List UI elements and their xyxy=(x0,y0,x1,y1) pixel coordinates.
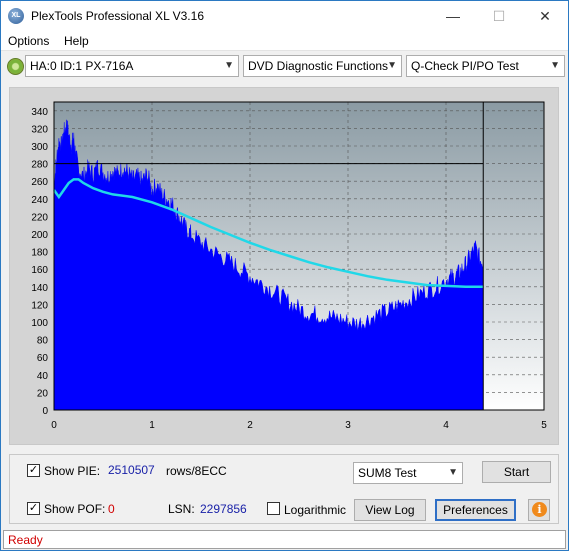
y-tick-label: 100 xyxy=(31,318,48,329)
show-pof-checkbox[interactable]: ✓ xyxy=(27,502,40,515)
test-select-value: Q-Check PI/PO Test xyxy=(411,59,519,73)
logarithmic-checkbox[interactable] xyxy=(267,502,280,515)
y-tick-label: 60 xyxy=(37,353,49,364)
y-tick-label: 320 xyxy=(31,124,48,135)
status-text: Ready xyxy=(8,533,43,547)
menu-options[interactable]: Options xyxy=(8,34,49,48)
show-pof-label: Show POF: xyxy=(44,502,106,516)
drive-select[interactable]: HA:0 ID:1 PX-716A ▼ xyxy=(25,55,239,77)
sum-test-select-value: SUM8 Test xyxy=(358,466,417,480)
info-button[interactable]: i xyxy=(528,499,550,521)
pie-value: 2510507 xyxy=(108,463,155,477)
lsn-label: LSN: xyxy=(168,502,195,516)
pof-value: 0 xyxy=(108,502,115,516)
chevron-down-icon: ▼ xyxy=(550,60,560,71)
app-logo-icon: XL xyxy=(8,8,24,24)
status-bar: Ready xyxy=(3,530,566,549)
menu-bar: Options Help xyxy=(1,31,568,51)
minimize-button[interactable]: — xyxy=(430,1,476,31)
y-tick-label: 180 xyxy=(31,248,48,259)
x-tick-label: 1 xyxy=(149,420,155,431)
start-button[interactable]: Start xyxy=(482,461,551,483)
x-tick-label: 0 xyxy=(51,420,57,431)
info-icon: i xyxy=(532,502,547,517)
drive-select-value: HA:0 ID:1 PX-716A xyxy=(30,59,134,73)
menu-help[interactable]: Help xyxy=(64,34,89,48)
show-pie-checkbox[interactable]: ✓ xyxy=(27,464,40,477)
controls-panel: ✓ Show PIE: 2510507 rows/8ECC SUM8 Test … xyxy=(9,454,559,524)
y-tick-label: 20 xyxy=(37,388,49,399)
y-tick-label: 300 xyxy=(31,142,48,153)
y-tick-label: 40 xyxy=(37,371,49,382)
pi-po-chart: 0204060801001201401601802002202402602803… xyxy=(31,101,547,431)
chevron-down-icon: ▼ xyxy=(387,60,397,71)
disc-drive-icon xyxy=(7,58,24,75)
x-tick-label: 4 xyxy=(443,420,449,431)
test-select[interactable]: Q-Check PI/PO Test ▼ xyxy=(406,55,565,77)
y-tick-label: 200 xyxy=(31,230,48,241)
y-tick-label: 260 xyxy=(31,177,48,188)
y-tick-label: 160 xyxy=(31,265,48,276)
window-title: PlexTools Professional XL V3.16 xyxy=(31,9,204,23)
y-tick-label: 80 xyxy=(37,336,49,347)
chevron-down-icon: ▼ xyxy=(224,60,234,71)
pie-unit: rows/8ECC xyxy=(166,464,227,478)
logarithmic-label: Logarithmic xyxy=(284,503,347,517)
y-tick-label: 240 xyxy=(31,195,48,206)
y-tick-label: 140 xyxy=(31,283,48,294)
x-tick-label: 5 xyxy=(541,420,547,431)
y-tick-label: 120 xyxy=(31,300,48,311)
main-window: XL PlexTools Professional XL V3.16 — ☐ ✕… xyxy=(0,0,569,551)
function-select[interactable]: DVD Diagnostic Functions ▼ xyxy=(243,55,402,77)
show-pie-label: Show PIE: xyxy=(44,464,101,478)
chart-panel: 0 20 40 60 80 100 120 140 160 180 200 220 240 260 280 3… xyxy=(9,87,559,445)
y-tick-label: 340 xyxy=(31,107,48,118)
chevron-down-icon: ▼ xyxy=(448,467,458,478)
view-log-button[interactable]: View Log xyxy=(354,499,426,521)
close-button[interactable]: ✕ xyxy=(522,1,568,31)
toolbar: HA:0 ID:1 PX-716A ▼ DVD Diagnostic Funct… xyxy=(1,53,568,81)
lsn-value: 2297856 xyxy=(200,502,247,516)
maximize-button[interactable]: ☐ xyxy=(476,1,522,31)
x-tick-label: 2 xyxy=(247,420,253,431)
function-select-value: DVD Diagnostic Functions xyxy=(248,59,389,73)
y-tick-label: 280 xyxy=(31,160,48,171)
y-tick-label: 220 xyxy=(31,212,48,223)
x-tick-label: 3 xyxy=(345,420,351,431)
title-bar: XL PlexTools Professional XL V3.16 — ☐ ✕ xyxy=(1,1,568,31)
sum-test-select[interactable]: SUM8 Test ▼ xyxy=(353,462,463,484)
y-tick-label: 0 xyxy=(42,406,48,417)
preferences-button[interactable]: Preferences xyxy=(435,499,516,521)
